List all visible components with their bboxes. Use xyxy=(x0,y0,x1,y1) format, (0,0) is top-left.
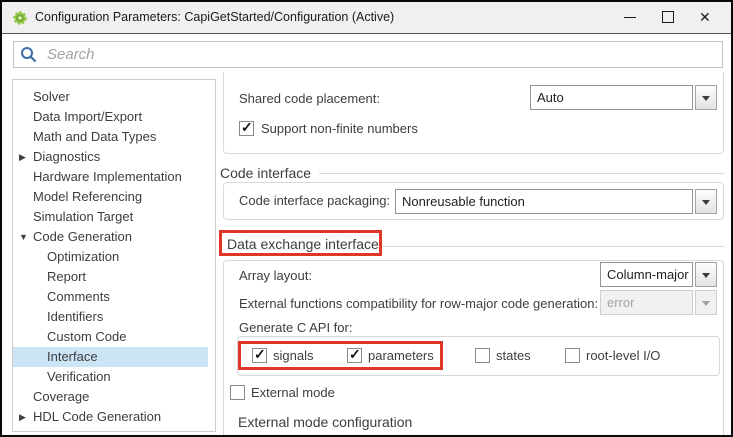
dropdown-arrow-icon[interactable] xyxy=(695,85,717,110)
sidebar-item-identifiers[interactable]: Identifiers xyxy=(13,307,208,327)
sidebar-item-code-generation[interactable]: ▼Code Generation xyxy=(13,227,208,247)
expanded-arrow-icon[interactable]: ▼ xyxy=(19,227,31,247)
search-input[interactable] xyxy=(13,41,723,68)
external-mode-config-header: External mode configuration xyxy=(238,413,412,431)
parameters-label[interactable]: parameters xyxy=(368,346,434,365)
sidebar-item-label: Code Generation xyxy=(33,229,132,244)
shared-code-placement-label: Shared code placement: xyxy=(239,87,380,111)
configuration-parameters-dialog: Configuration Parameters: CapiGetStarted… xyxy=(0,0,733,437)
sidebar-item-simulation-target[interactable]: Simulation Target xyxy=(13,207,208,227)
close-button[interactable]: ✕ xyxy=(687,2,725,33)
category-tree: Solver Data Import/Export Math and Data … xyxy=(12,79,216,432)
support-non-finite-checkbox[interactable] xyxy=(239,121,254,136)
title-bar: Configuration Parameters: CapiGetStarted… xyxy=(2,2,731,34)
sidebar-item-data-import-export[interactable]: Data Import/Export xyxy=(13,107,208,127)
signals-label[interactable]: signals xyxy=(273,346,313,365)
sidebar-item-diagnostics[interactable]: ▶Diagnostics xyxy=(13,147,208,167)
code-interface-packaging-label: Code interface packaging: xyxy=(239,189,390,213)
sidebar-item-interface[interactable]: Interface xyxy=(13,347,208,367)
signals-checkbox[interactable] xyxy=(252,348,267,363)
code-interface-header: Code interface xyxy=(220,164,311,182)
parameters-checkbox[interactable] xyxy=(347,348,362,363)
sidebar-item-model-referencing[interactable]: Model Referencing xyxy=(13,187,208,207)
sidebar-item-coverage[interactable]: Coverage xyxy=(13,387,208,407)
array-layout-value[interactable]: Column-major xyxy=(600,262,693,287)
external-functions-compat-value: error xyxy=(600,290,693,315)
collapsed-arrow-icon[interactable]: ▶ xyxy=(19,147,31,167)
sidebar-item-solver[interactable]: Solver xyxy=(13,87,208,107)
sidebar-item-hdl-code-generation[interactable]: ▶HDL Code Generation xyxy=(13,407,208,427)
external-mode-checkbox[interactable] xyxy=(230,385,245,400)
external-mode-label[interactable]: External mode xyxy=(251,383,335,402)
sidebar-item-label: Diagnostics xyxy=(33,149,100,164)
sidebar-item-custom-code[interactable]: Custom Code xyxy=(13,327,208,347)
sidebar-item-label: HDL Code Generation xyxy=(33,409,161,424)
section-rule xyxy=(319,173,724,174)
dropdown-arrow-icon[interactable] xyxy=(695,189,717,214)
array-layout-label: Array layout: xyxy=(239,264,312,288)
section-rule xyxy=(383,246,724,247)
window-controls: ✕ xyxy=(611,2,725,33)
sidebar-item-hardware-implementation[interactable]: Hardware Implementation xyxy=(13,167,208,187)
shared-code-placement-value[interactable]: Auto xyxy=(530,85,693,110)
settings-panel: Shared code placement: Auto Support non-… xyxy=(219,72,726,435)
maximize-button[interactable] xyxy=(649,2,687,33)
collapsed-arrow-icon[interactable]: ▶ xyxy=(19,407,31,427)
array-layout-dropdown[interactable]: Column-major xyxy=(600,262,717,287)
support-non-finite-label[interactable]: Support non-finite numbers xyxy=(261,119,418,138)
shared-code-placement-dropdown[interactable]: Auto xyxy=(530,85,717,110)
sidebar-item-report[interactable]: Report xyxy=(13,267,208,287)
minimize-button[interactable] xyxy=(611,2,649,33)
external-functions-compat-label: External functions compatibility for row… xyxy=(239,292,598,316)
minimize-icon xyxy=(624,17,636,18)
code-interface-packaging-dropdown[interactable]: Nonreusable function xyxy=(395,189,717,214)
sidebar-item-optimization[interactable]: Optimization xyxy=(13,247,208,267)
external-functions-compat-dropdown: error xyxy=(600,290,717,315)
states-checkbox[interactable] xyxy=(475,348,490,363)
highlight-box-data-exchange: Data exchange interface xyxy=(219,230,382,256)
sidebar-item-verification[interactable]: Verification xyxy=(13,367,208,387)
generate-c-api-label: Generate C API for: xyxy=(239,318,352,338)
states-label[interactable]: states xyxy=(496,346,531,365)
maximize-icon xyxy=(662,11,674,23)
dropdown-arrow-icon xyxy=(695,290,717,315)
close-icon: ✕ xyxy=(699,10,711,24)
sidebar-item-math-and-data-types[interactable]: Math and Data Types xyxy=(13,127,208,147)
dropdown-arrow-icon[interactable] xyxy=(695,262,717,287)
sidebar-item-comments[interactable]: Comments xyxy=(13,287,208,307)
data-exchange-header: Data exchange interface xyxy=(227,236,379,252)
root-level-io-label[interactable]: root-level I/O xyxy=(586,346,660,365)
window-title: Configuration Parameters: CapiGetStarted… xyxy=(35,2,394,33)
code-interface-packaging-value[interactable]: Nonreusable function xyxy=(395,189,693,214)
root-level-io-checkbox[interactable] xyxy=(565,348,580,363)
gear-icon xyxy=(12,10,28,26)
